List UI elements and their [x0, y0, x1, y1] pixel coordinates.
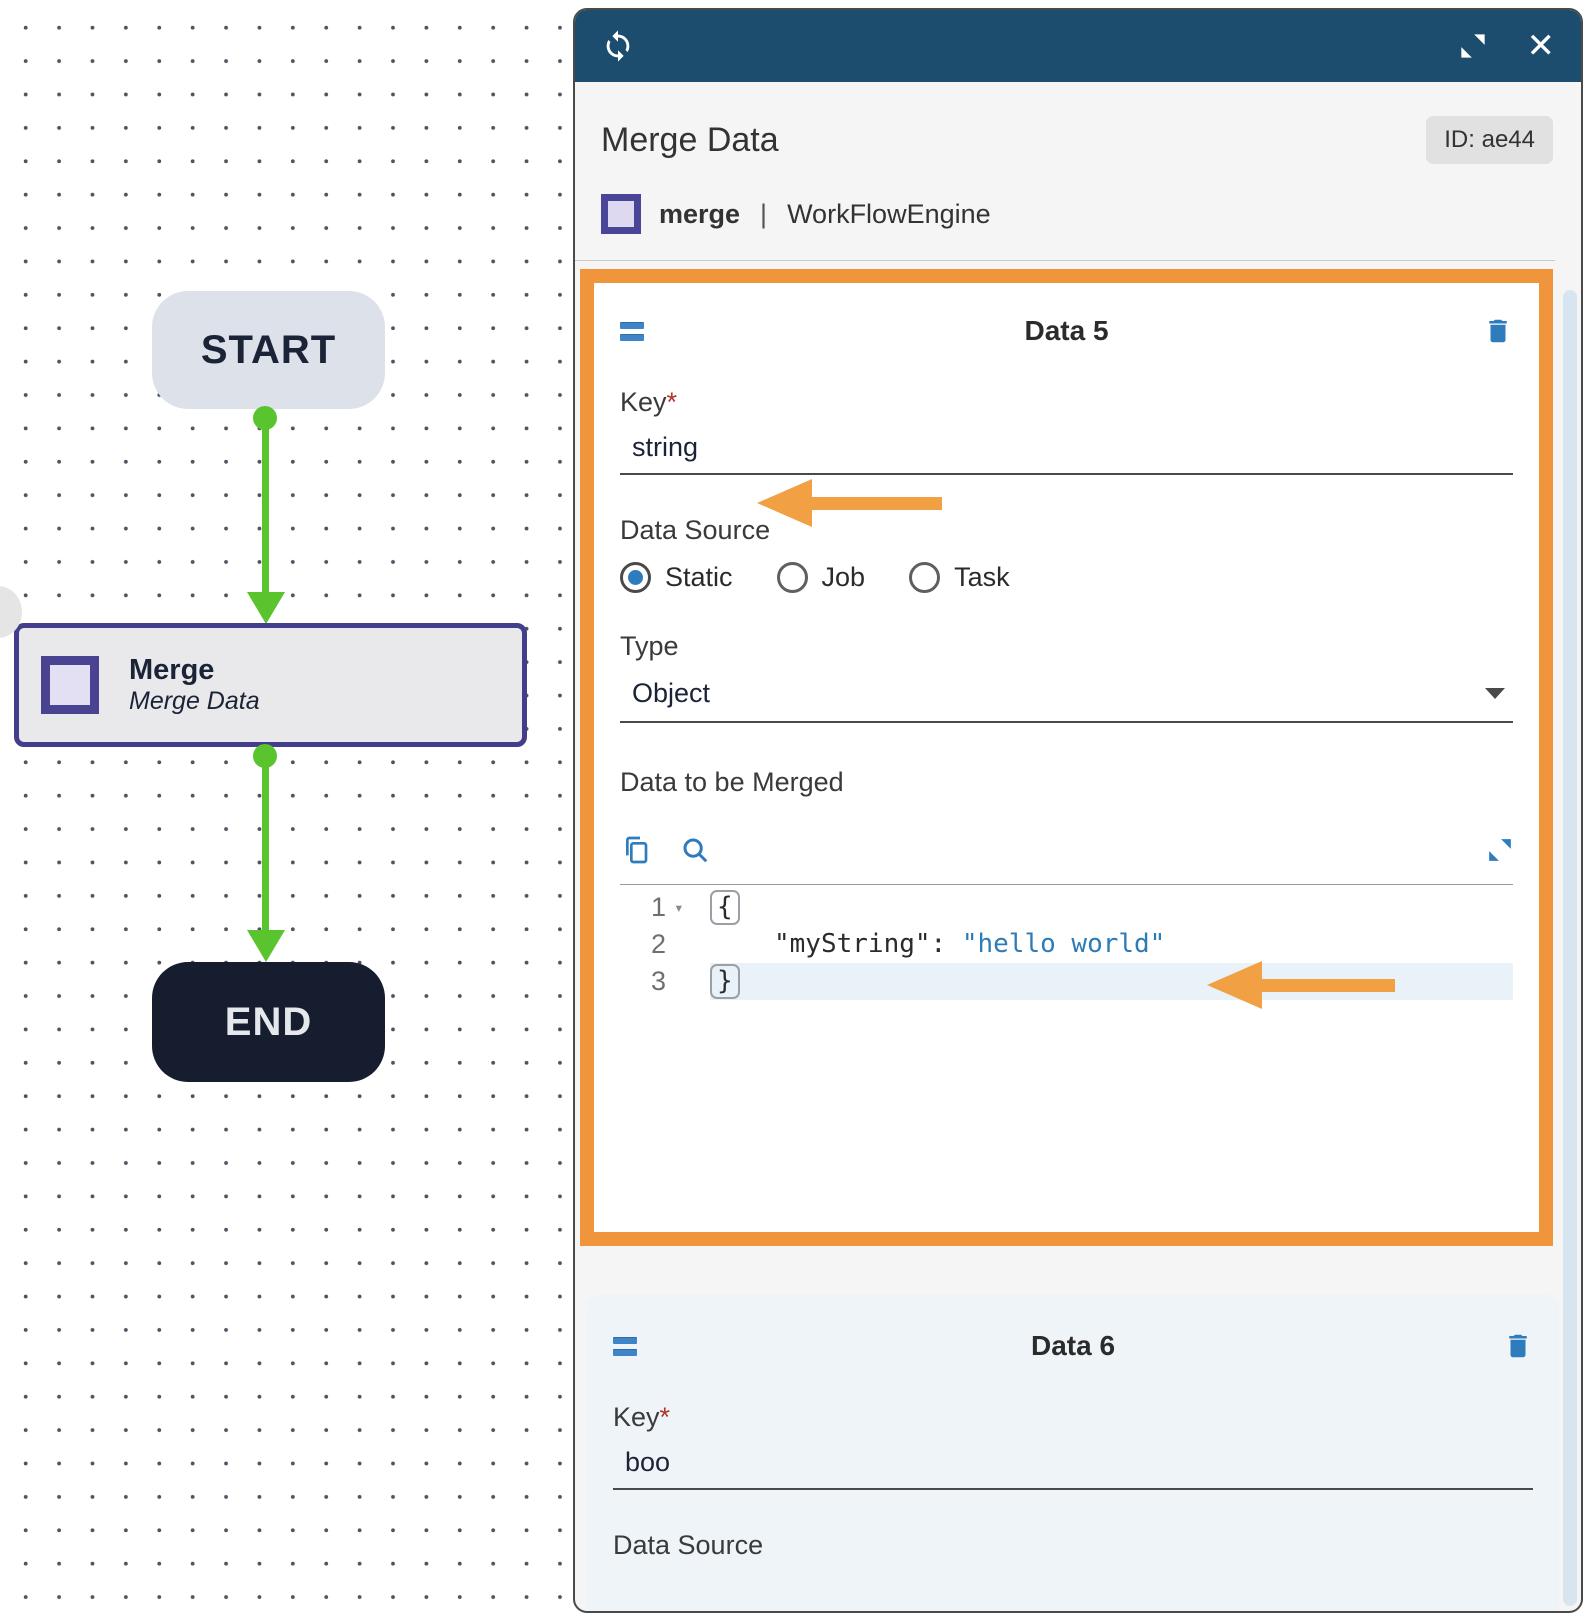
radio-button-icon	[777, 562, 808, 593]
page-title: Merge Data	[601, 121, 779, 160]
section-card-data6: Data 6 Key* boo Data Source	[587, 1294, 1559, 1613]
expand-icon[interactable]	[1459, 32, 1487, 60]
line-number: 1	[620, 889, 666, 926]
line-number: 2	[620, 926, 666, 963]
edge-arrowhead-icon	[247, 930, 285, 962]
radio-label: Static	[665, 562, 733, 593]
radio-button-icon	[909, 562, 940, 593]
radio-job[interactable]: Job	[777, 562, 866, 593]
panel-header: ✕	[575, 10, 1581, 82]
radio-label: Task	[954, 562, 1010, 593]
type-select[interactable]: Object	[620, 670, 1513, 723]
merge-node-title: Merge	[129, 654, 260, 687]
end-node-label: END	[225, 1000, 312, 1045]
code-line: 3 }	[620, 963, 1513, 1000]
node-id-badge: ID: ae44	[1426, 116, 1553, 164]
node-type-name: merge	[659, 199, 740, 230]
code-line: 1 ▾ {	[620, 889, 1513, 926]
search-icon[interactable]	[680, 835, 710, 865]
code-line: 2 "myString": "hello world"	[620, 926, 1513, 963]
radio-task[interactable]: Task	[909, 562, 1010, 593]
highlight-box-data5: Data 5 Key* string Data Source Static Jo…	[580, 269, 1553, 1246]
delete-icon[interactable]	[1483, 316, 1513, 346]
key-label: Key*	[620, 387, 1513, 418]
merge-data-label: Data to be Merged	[620, 767, 1513, 798]
radio-static[interactable]: Static	[620, 562, 733, 593]
close-icon[interactable]: ✕	[1527, 29, 1556, 63]
radio-label: Job	[822, 562, 866, 593]
fold-caret-icon[interactable]: ▾	[666, 889, 710, 926]
drag-handle-icon[interactable]	[613, 1337, 637, 1356]
refresh-icon[interactable]	[601, 29, 635, 63]
json-key: "myString":	[774, 929, 946, 959]
close-brace: }	[710, 964, 740, 999]
section-title: Data 5	[664, 315, 1469, 347]
key-input[interactable]: boo	[613, 1439, 1533, 1490]
chevron-down-icon	[1485, 688, 1505, 699]
type-label: Type	[620, 631, 1513, 662]
edge-arrowhead-icon	[247, 592, 285, 624]
end-node[interactable]: END	[152, 962, 385, 1082]
drag-handle-icon[interactable]	[620, 322, 644, 341]
start-node-label: START	[201, 328, 336, 373]
open-brace: {	[710, 890, 740, 925]
required-marker: *	[660, 1402, 671, 1432]
merge-node-icon	[41, 656, 99, 714]
radio-button-icon	[620, 562, 651, 593]
data-source-label: Data Source	[613, 1530, 1533, 1561]
key-input[interactable]: string	[620, 424, 1513, 475]
start-node[interactable]: START	[152, 291, 385, 409]
data-source-label: Data Source	[620, 515, 1513, 546]
edge-start-merge	[262, 418, 269, 600]
type-select-value: Object	[632, 678, 710, 709]
editor-divider	[620, 884, 1513, 885]
node-config-panel: ✕ Merge Data ID: ae44 merge | WorkFlowEn…	[573, 8, 1583, 1613]
merge-node[interactable]: Merge Merge Data	[14, 623, 527, 747]
panel-scrollbar[interactable]	[1563, 290, 1577, 1606]
line-number: 3	[620, 963, 666, 1000]
copy-icon[interactable]	[620, 834, 652, 866]
json-string-value: "hello world"	[946, 929, 1165, 959]
delete-icon[interactable]	[1503, 1331, 1533, 1361]
merge-node-subtitle: Merge Data	[129, 687, 260, 716]
required-marker: *	[667, 387, 678, 417]
editor-expand-icon[interactable]	[1487, 837, 1513, 863]
header-divider	[575, 260, 1555, 261]
engine-name: WorkFlowEngine	[787, 199, 991, 230]
edge-merge-end	[262, 756, 269, 930]
json-editor[interactable]: 1 ▾ { 2 "myString": "hello world" 3 }	[620, 889, 1513, 1000]
node-type-icon	[601, 194, 641, 234]
node-type-separator: |	[760, 199, 767, 230]
panel-body: Merge Data ID: ae44 merge | WorkFlowEngi…	[575, 116, 1581, 1613]
section-title: Data 6	[657, 1330, 1489, 1362]
key-label: Key*	[613, 1402, 1533, 1433]
